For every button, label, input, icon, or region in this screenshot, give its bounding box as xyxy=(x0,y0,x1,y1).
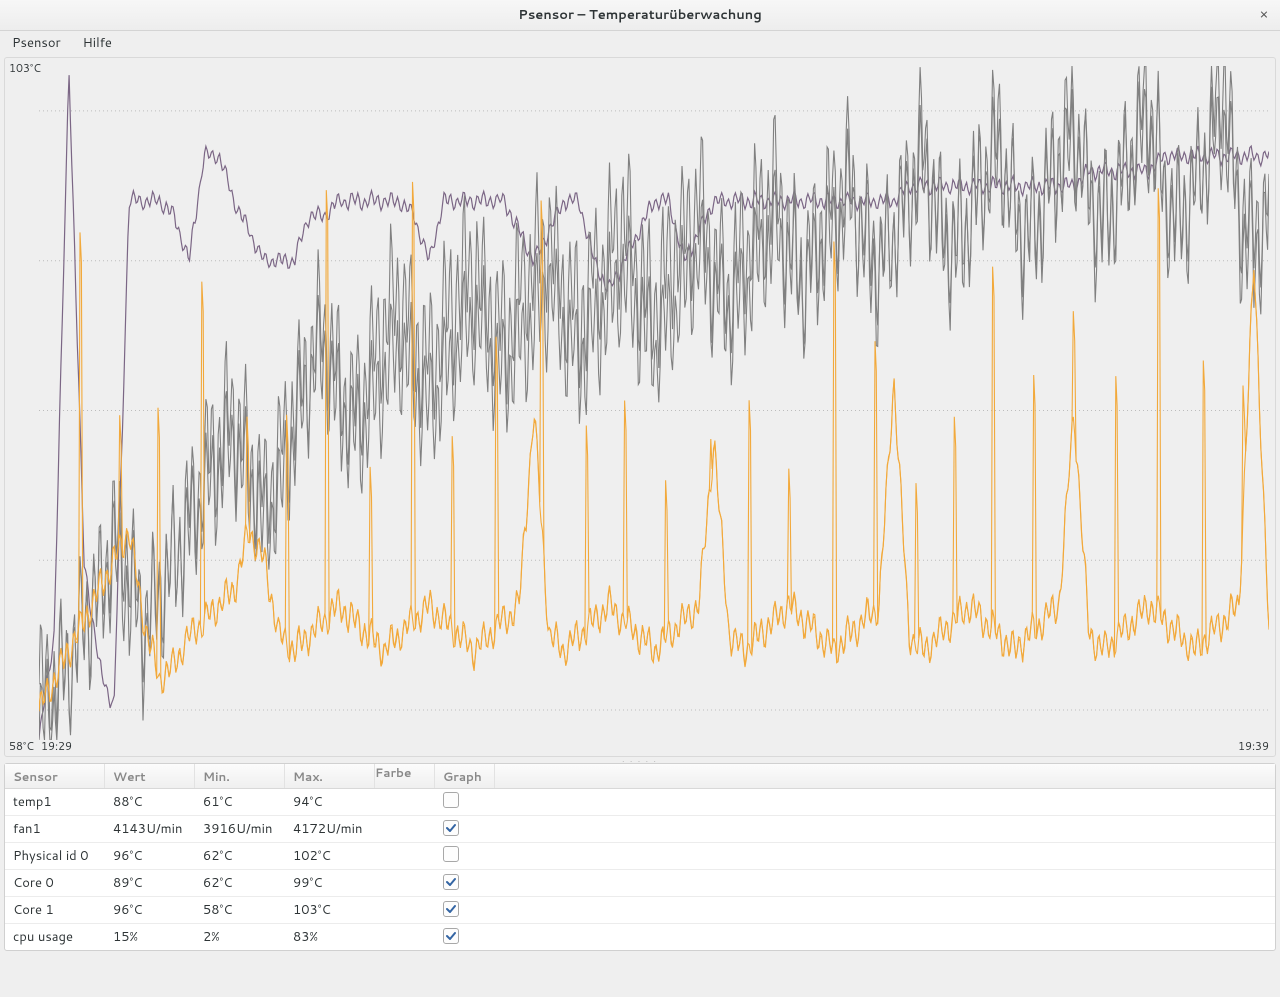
cell-max: 99°C xyxy=(285,874,375,892)
table-row[interactable]: Physical id 096°C62°C102°C xyxy=(5,843,1275,870)
table-row[interactable]: temp188°C61°C94°C xyxy=(5,789,1275,816)
cell-sensor: Core 0 xyxy=(5,874,105,892)
col-header-wert[interactable]: Wert xyxy=(105,764,195,788)
cell-graph xyxy=(435,846,495,867)
cell-min: 62°C xyxy=(195,847,285,865)
menu-psensor[interactable]: Psensor xyxy=(6,32,67,54)
cell-min: 3916U/min xyxy=(195,820,285,838)
cell-sensor: temp1 xyxy=(5,793,105,811)
col-header-graph[interactable]: Graph xyxy=(435,764,495,788)
menu-help[interactable]: Hilfe xyxy=(77,32,118,54)
graph-checkbox[interactable] xyxy=(443,792,459,808)
sensor-chart xyxy=(39,66,1269,740)
window-title: Psensor – Temperaturüberwachung xyxy=(518,6,761,24)
cell-wert: 15% xyxy=(105,928,195,946)
sensor-table: Sensor Wert Min. Max. Farbe Graph temp18… xyxy=(4,763,1276,951)
graph-checkbox[interactable] xyxy=(443,846,459,862)
cell-sensor: cpu usage xyxy=(5,928,105,946)
cell-wert: 89°C xyxy=(105,874,195,892)
cell-min: 58°C xyxy=(195,901,285,919)
titlebar[interactable]: Psensor – Temperaturüberwachung × xyxy=(0,0,1280,31)
y-axis-min-label: 58°C xyxy=(9,738,34,754)
chart-area: 103°C 58°C 19:29 19:39 xyxy=(4,57,1276,757)
cell-min: 62°C xyxy=(195,874,285,892)
graph-checkbox[interactable] xyxy=(443,820,459,836)
cell-graph xyxy=(435,901,495,919)
col-header-min[interactable]: Min. xyxy=(195,764,285,788)
cell-min: 61°C xyxy=(195,793,285,811)
cell-graph xyxy=(435,792,495,813)
series-fan1 xyxy=(39,75,1269,739)
col-header-max[interactable]: Max. xyxy=(285,764,375,788)
cell-sensor: fan1 xyxy=(5,820,105,838)
cell-wert: 4143U/min xyxy=(105,820,195,838)
cell-max: 94°C xyxy=(285,793,375,811)
table-row[interactable]: Core 089°C62°C99°C xyxy=(5,870,1275,897)
col-header-sensor[interactable]: Sensor xyxy=(5,764,105,788)
cell-max: 4172U/min xyxy=(285,820,375,838)
cell-sensor: Core 1 xyxy=(5,901,105,919)
cell-graph xyxy=(435,820,495,838)
table-row[interactable]: cpu usage15%2%83% xyxy=(5,924,1275,950)
cell-wert: 88°C xyxy=(105,793,195,811)
table-row[interactable]: fan14143U/min3916U/min4172U/min xyxy=(5,816,1275,843)
graph-checkbox[interactable] xyxy=(443,901,459,917)
x-axis-start-label: 19:29 xyxy=(41,738,72,754)
cell-max: 103°C xyxy=(285,901,375,919)
cell-graph xyxy=(435,874,495,892)
graph-checkbox[interactable] xyxy=(443,874,459,890)
table-header-row: Sensor Wert Min. Max. Farbe Graph xyxy=(5,764,1275,789)
cell-sensor: Physical id 0 xyxy=(5,847,105,865)
table-row[interactable]: Core 196°C58°C103°C xyxy=(5,897,1275,924)
series-Core-0 xyxy=(39,82,1269,733)
close-icon[interactable]: × xyxy=(1256,6,1272,22)
col-header-farbe[interactable]: Farbe xyxy=(375,764,435,788)
cell-max: 83% xyxy=(285,928,375,946)
cell-wert: 96°C xyxy=(105,901,195,919)
graph-checkbox[interactable] xyxy=(443,928,459,944)
cell-min: 2% xyxy=(195,928,285,946)
y-axis-max-label: 103°C xyxy=(9,60,41,76)
x-axis-end-label: 19:39 xyxy=(1238,738,1269,754)
cell-max: 102°C xyxy=(285,847,375,865)
menubar: Psensor Hilfe xyxy=(0,31,1280,55)
cell-wert: 96°C xyxy=(105,847,195,865)
cell-graph xyxy=(435,928,495,946)
